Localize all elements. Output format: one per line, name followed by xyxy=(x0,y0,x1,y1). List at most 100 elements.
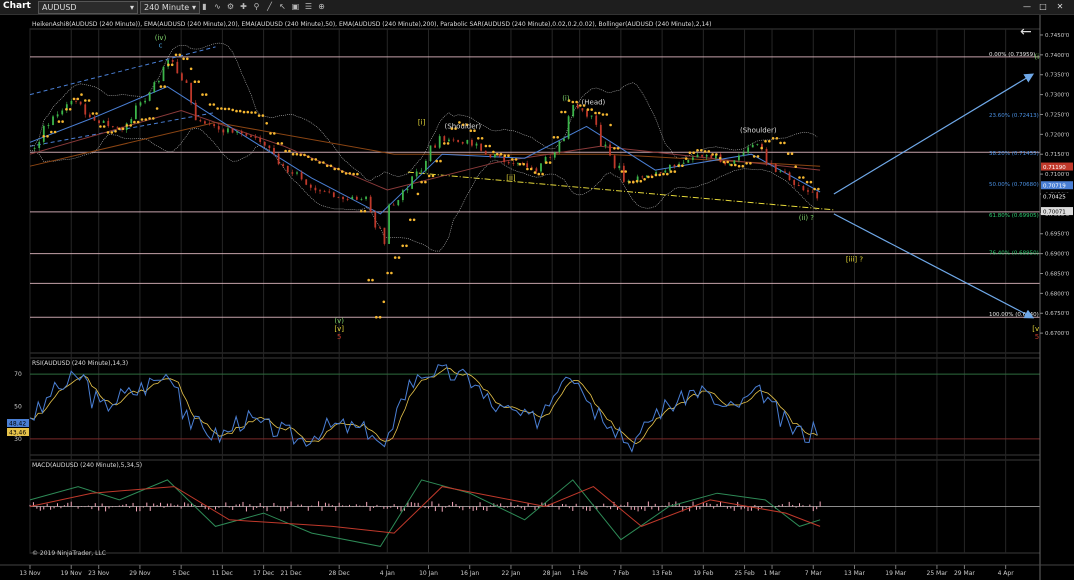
sar-dot xyxy=(632,180,635,184)
chart-canvas[interactable]: 0.00% (0.73959) 23.60% (0.72413) 38.20% (0… xyxy=(0,15,1074,580)
sar-dot xyxy=(295,152,299,156)
macd-panel-title: MACD(AUDUSD (240 Minute),5,34,5) xyxy=(32,462,142,469)
sar-dot xyxy=(760,146,763,150)
sar-dot xyxy=(265,122,269,125)
candle-body xyxy=(250,135,252,137)
candle-body xyxy=(93,117,96,121)
x-tick-label: 29 Mar xyxy=(954,570,975,577)
sar-dot xyxy=(654,173,658,177)
sar-dot xyxy=(518,162,522,166)
x-tick-label: 5 Dec xyxy=(172,570,189,577)
candle-body xyxy=(549,156,552,158)
sar-dot xyxy=(575,100,578,104)
close-button[interactable]: ✕ xyxy=(1055,1,1065,12)
crosshair-icon[interactable]: ✚ xyxy=(239,2,248,11)
candle-body xyxy=(277,153,280,165)
sar-dot xyxy=(174,53,178,57)
sar-dot xyxy=(692,151,695,154)
x-tick-label: 19 Nov xyxy=(61,570,83,577)
sar-dot xyxy=(620,170,624,173)
interval-selector[interactable]: 240 Minute ▾ xyxy=(140,1,200,14)
sar-dot xyxy=(605,113,609,116)
sar-dot xyxy=(786,152,790,155)
candle-body xyxy=(199,120,202,122)
sar-dot xyxy=(409,218,412,222)
sar-dot xyxy=(125,124,129,127)
screenshot-icon[interactable]: ▣ xyxy=(291,2,300,11)
sar-dot xyxy=(114,130,117,133)
candle-body xyxy=(79,101,82,105)
candle-body xyxy=(319,190,321,192)
attach-icon[interactable]: ⊕ xyxy=(317,2,326,11)
candle-body xyxy=(378,227,381,229)
sar-dot xyxy=(768,139,771,143)
candle-body xyxy=(213,124,216,127)
sar-dot xyxy=(197,80,200,83)
interval-value: 240 Minute xyxy=(144,3,190,12)
sar-dot xyxy=(427,174,431,178)
candle-body xyxy=(793,180,796,185)
candle-body xyxy=(102,120,105,123)
sar-dot xyxy=(50,130,53,134)
sar-dot xyxy=(514,158,518,161)
sar-dot xyxy=(688,151,692,154)
chart-tab[interactable]: Chart xyxy=(3,1,31,12)
candle-body xyxy=(365,196,367,200)
candle-body xyxy=(383,227,386,244)
sar-dot xyxy=(443,142,446,145)
candle-body xyxy=(779,171,782,173)
candle-body xyxy=(342,197,344,200)
sar-dot xyxy=(397,256,401,259)
sar-dot xyxy=(250,111,253,114)
candle-body xyxy=(296,172,298,174)
sar-dot xyxy=(53,130,57,134)
wave-label: (v) xyxy=(334,317,344,325)
sar-dot xyxy=(223,107,227,111)
sar-dot xyxy=(186,57,189,61)
candle-body xyxy=(47,124,50,126)
sar-dot xyxy=(182,57,185,61)
x-tick-label: 11 Dec xyxy=(212,570,233,577)
minimize-button[interactable]: — xyxy=(1022,1,1032,12)
candle-body xyxy=(181,73,183,81)
strategy-icon[interactable]: ⚙ xyxy=(226,2,235,11)
candle-body xyxy=(526,163,529,168)
draw-line-icon[interactable]: ╱ xyxy=(265,2,274,11)
price-tick-label: 0.7350'0 xyxy=(1045,73,1070,79)
candle-body xyxy=(581,108,584,111)
maximize-button[interactable]: □ xyxy=(1038,1,1048,12)
sar-dot xyxy=(110,131,114,134)
indicator-icon[interactable]: ∿ xyxy=(213,2,222,11)
sar-dot xyxy=(775,137,779,140)
sar-dot xyxy=(261,114,265,117)
copyright-text: © 2019 NinjaTrader, LLC xyxy=(32,550,106,557)
sar-dot xyxy=(375,315,378,319)
candle-body xyxy=(788,172,791,181)
sar-dot xyxy=(371,278,374,282)
sar-dot xyxy=(348,172,352,175)
zoom-icon[interactable]: ⚲ xyxy=(252,2,261,11)
sar-dot xyxy=(734,163,737,167)
price-badge-label: 0.70071 xyxy=(1043,209,1066,215)
chart-toolbar: Chart AUDUSD ▾ 240 Minute ▾ ▮ ∿ ⚙ ✚ ⚲ ╱ … xyxy=(0,0,1074,15)
properties-icon[interactable]: ☰ xyxy=(304,2,313,11)
sar-dot xyxy=(684,157,688,160)
x-tick-label: 23 Nov xyxy=(88,570,110,577)
back-arrow-icon[interactable]: ← xyxy=(1020,24,1032,40)
sar-dot xyxy=(677,164,680,167)
wave-label: (Shoulder) xyxy=(740,126,777,134)
sar-dot xyxy=(647,175,650,179)
sar-dot xyxy=(563,110,567,114)
candle-body xyxy=(420,170,423,172)
sar-dot xyxy=(658,173,661,177)
sar-dot xyxy=(537,172,541,176)
sar-dot xyxy=(446,142,450,145)
candle-body xyxy=(535,168,538,172)
sar-dot xyxy=(560,110,563,114)
sar-dot xyxy=(711,153,714,156)
bar-type-icon[interactable]: ▮ xyxy=(200,2,209,11)
instrument-selector[interactable]: AUDUSD ▾ xyxy=(38,1,138,14)
pointer-icon[interactable]: ↖ xyxy=(278,2,287,11)
sar-dot xyxy=(412,218,416,222)
candle-body xyxy=(802,186,805,191)
